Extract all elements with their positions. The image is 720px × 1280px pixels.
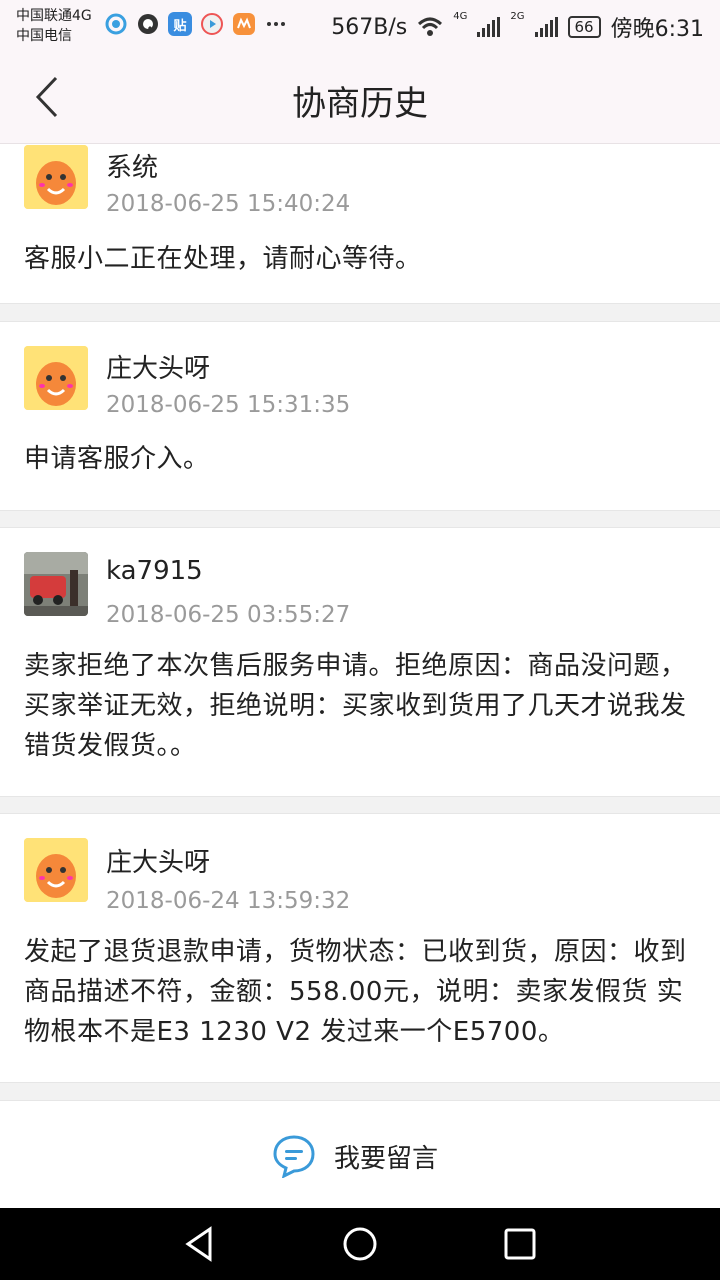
system-recents-button[interactable]: [500, 1224, 540, 1264]
system-home-button[interactable]: [340, 1224, 380, 1264]
avatar: [24, 838, 88, 902]
tieba-app-icon-label: 贴: [173, 18, 187, 34]
network-2g-label: 2G: [510, 11, 525, 22]
tieba-app-icon: 贴: [168, 12, 192, 36]
signal-2g-icon: [534, 17, 558, 37]
entry-timestamp: 2018-06-25 03:55:27: [106, 602, 351, 628]
entry-username: ka7915: [106, 556, 203, 586]
system-back-button[interactable]: [180, 1224, 220, 1264]
entry-message: 卖家拒绝了本次售后服务申请。拒绝原因：商品没问题，买家举证无效，拒绝说明：买家收…: [24, 651, 687, 761]
video-app-icon: [201, 13, 223, 35]
triangle-back-icon: [185, 1226, 212, 1262]
carrier-primary: 中国联通4G: [16, 8, 92, 24]
avatar: [24, 552, 88, 616]
signal-4g-icon: [477, 17, 501, 37]
status-indicators: 567B/s 4G 2G 66 傍晚6:31: [331, 11, 704, 43]
history-entry: 庄大头呀 2018-06-24 13:59:32 发起了退货退款申请，货物状态：…: [0, 813, 720, 1083]
entry-timestamp: 2018-06-24 13:59:32: [106, 888, 351, 914]
avatar: [24, 346, 88, 410]
carrier-secondary: 中国电信: [16, 28, 72, 44]
entry-timestamp: 2018-06-25 15:31:35: [106, 392, 351, 418]
swirl-app-icon: [105, 13, 127, 35]
notification-icons: 贴: [104, 12, 288, 36]
square-recents-icon: [504, 1228, 536, 1260]
footer-bar: 我要留言: [0, 1100, 720, 1208]
q-app-icon: [138, 14, 158, 34]
network-4g-label: 4G: [453, 11, 468, 22]
leave-message-label: 我要留言: [334, 1143, 439, 1174]
leave-message-button[interactable]: 我要留言: [272, 1133, 438, 1179]
mascot-avatar-icon: [24, 838, 88, 902]
clock: 傍晚6:31: [610, 17, 704, 42]
entry-message: 发起了退货退款申请，货物状态：已收到货，原因：收到商品描述不符，金额：558.0…: [24, 937, 687, 1047]
mascot-avatar-icon: [24, 346, 88, 410]
wifi-icon: [418, 17, 443, 36]
battery-indicator: 66: [567, 16, 601, 38]
speech-bubble-icon: [273, 1135, 315, 1178]
history-entry: ka7915 2018-06-25 03:55:27 卖家拒绝了本次售后服务申请…: [0, 527, 720, 797]
entry-username: 庄大头呀: [106, 848, 211, 878]
header-bar: 协商历史: [0, 52, 720, 144]
entry-username: 系统: [106, 153, 159, 183]
entry-message: 申请客服介入。: [24, 444, 210, 474]
entry-timestamp: 2018-06-25 15:40:24: [106, 191, 351, 217]
entry-message: 客服小二正在处理，请耐心等待。: [24, 244, 422, 274]
status-bar: 中国联通4G 中国电信 贴 567B/s 4G 2G 66 傍晚6:31: [0, 0, 720, 52]
avatar: [24, 145, 88, 209]
more-notifications-icon: [267, 22, 285, 26]
negotiation-history-list[interactable]: 系统 2018-06-25 15:40:24 客服小二正在处理，请耐心等待。 庄…: [0, 144, 720, 1100]
orange-app-icon: [233, 13, 255, 35]
entry-username: 庄大头呀: [106, 354, 211, 384]
user-photo-avatar: [24, 552, 88, 616]
mascot-avatar-icon: [24, 145, 88, 209]
carrier-info: 中国联通4G 中国电信: [16, 6, 92, 46]
system-nav-bar: [0, 1208, 720, 1280]
network-speed: 567B/s: [331, 14, 408, 40]
history-entry: 系统 2018-06-25 15:40:24 客服小二正在处理，请耐心等待。: [0, 144, 720, 304]
page-title: 协商历史: [292, 84, 428, 124]
history-entry: 庄大头呀 2018-06-25 15:31:35 申请客服介入。: [0, 321, 720, 511]
circle-home-icon: [343, 1227, 377, 1261]
